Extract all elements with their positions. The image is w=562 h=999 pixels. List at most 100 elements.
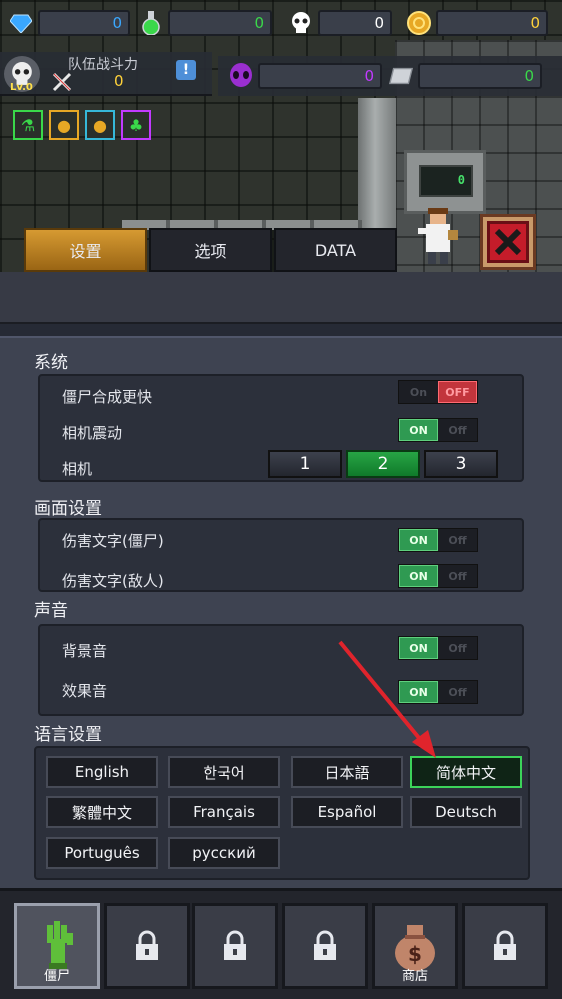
- toggle-on-label: ON: [399, 529, 439, 551]
- toggle-on-label: On: [399, 381, 438, 403]
- header-band: [0, 272, 562, 324]
- faster-merge-toggle[interactable]: On OFF: [398, 380, 478, 404]
- silver-bar-icon: [388, 63, 414, 89]
- skull-value: 0: [318, 10, 392, 36]
- coin-icon: [406, 10, 432, 36]
- silver-bar-value: 0: [418, 63, 542, 89]
- toggle-off-label: OFF: [437, 381, 477, 403]
- toggle-off-label: Off: [438, 529, 477, 551]
- lock-icon: [314, 930, 336, 960]
- team-power-panel: Lv.0 队伍战斗力 0 !: [0, 52, 212, 96]
- level-label: Lv.0: [10, 82, 33, 93]
- language-english[interactable]: English: [46, 756, 158, 788]
- machine-readout: 0: [457, 173, 465, 187]
- nav-shop[interactable]: $ 商店: [372, 903, 458, 989]
- potion-counter: 0: [138, 8, 272, 38]
- section-title-display: 画面设置: [34, 499, 102, 519]
- settings-panel: 系统 僵尸合成更快 On OFF 相机震动 ON Off 相机 1 2 3 画面…: [0, 336, 562, 888]
- team-power-value: 0: [114, 72, 124, 90]
- toggle-on-label: ON: [399, 681, 439, 703]
- language-german[interactable]: Deutsch: [410, 796, 522, 828]
- section-title-system: 系统: [34, 353, 68, 373]
- crossed-swords-icon: [52, 72, 72, 92]
- team-power-title: 队伍战斗力: [68, 57, 138, 73]
- potion-icon: [138, 10, 164, 36]
- setting-label-faster-merge: 僵尸合成更快: [62, 388, 153, 406]
- skull-icon: [288, 10, 314, 36]
- setting-label-damage-text-enemy: 伤害文字(敌人): [62, 572, 164, 590]
- nav-zombie-label: 僵尸: [43, 969, 70, 984]
- tab-options[interactable]: 选项: [149, 228, 272, 272]
- machine-screen: 0: [419, 165, 473, 197]
- buff-icons: ⚗ ● ● ♣: [13, 110, 151, 140]
- close-icon: [494, 228, 522, 256]
- language-spanish[interactable]: Español: [291, 796, 403, 828]
- nav-zombie[interactable]: 僵尸: [14, 903, 100, 989]
- nav-locked-1[interactable]: [104, 903, 190, 989]
- game-scene: 0 0 0 0 0 Lv.0 队伍战斗力 0 ! 0 0 ⚗ ● ● ♣ 设置 …: [0, 0, 562, 272]
- zombie-buff-icon[interactable]: ♣: [121, 110, 151, 140]
- language-simplified-chinese[interactable]: 简体中文: [410, 756, 522, 788]
- lock-icon: [224, 930, 246, 960]
- alien-icon: [228, 63, 254, 89]
- bomb-buff-icon[interactable]: ●: [85, 110, 115, 140]
- setting-label-sfx: 效果音: [62, 682, 108, 700]
- nav-locked-2[interactable]: [192, 903, 278, 989]
- language-russian[interactable]: русский: [168, 837, 280, 869]
- language-korean[interactable]: 한국어: [168, 756, 280, 788]
- setting-label-camera: 相机: [62, 460, 93, 478]
- language-traditional-chinese[interactable]: 繁體中文: [46, 796, 158, 828]
- system-group: 僵尸合成更快 On OFF 相机震动 ON Off 相机 1 2 3: [38, 374, 524, 482]
- language-portuguese[interactable]: Português: [46, 837, 158, 869]
- coin-value: 0: [436, 10, 548, 36]
- bgm-toggle[interactable]: ON Off: [398, 636, 478, 660]
- setting-label-damage-text-zombie: 伤害文字(僵尸): [62, 532, 164, 550]
- toggle-off-label: Off: [438, 681, 477, 703]
- skull-counter: 0: [288, 8, 392, 38]
- tab-settings[interactable]: 设置: [24, 228, 147, 272]
- camera-option-3[interactable]: 3: [424, 450, 498, 478]
- damage-text-enemy-toggle[interactable]: ON Off: [398, 564, 478, 588]
- section-title-sound: 声音: [34, 601, 68, 621]
- svg-text:$: $: [408, 942, 422, 966]
- lab-machine: 0: [404, 150, 486, 214]
- nav-locked-4[interactable]: [462, 903, 548, 989]
- toggle-on-label: ON: [399, 637, 439, 659]
- camera-shake-toggle[interactable]: ON Off: [398, 418, 478, 442]
- section-title-language: 语言设置: [34, 725, 102, 745]
- display-group: 伤害文字(僵尸) ON Off 伤害文字(敌人) ON Off: [38, 518, 524, 592]
- potion-value: 0: [168, 10, 272, 36]
- bottom-nav: 僵尸 $ 商店: [0, 888, 562, 999]
- nav-shop-label: 商店: [401, 969, 428, 984]
- nav-locked-3[interactable]: [282, 903, 368, 989]
- coin-buff-icon[interactable]: ●: [49, 110, 79, 140]
- tab-data[interactable]: DATA: [274, 228, 397, 272]
- toggle-off-label: Off: [438, 565, 477, 587]
- language-japanese[interactable]: 日本語: [291, 756, 403, 788]
- coin-counter: 0: [406, 8, 548, 38]
- sfx-toggle[interactable]: ON Off: [398, 680, 478, 704]
- scientist-icon: [418, 208, 458, 264]
- potion-buff-icon[interactable]: ⚗: [13, 110, 43, 140]
- lock-icon: [494, 930, 516, 960]
- camera-option-2[interactable]: 2: [346, 450, 420, 478]
- language-group: English 한국어 日本語 简体中文 繁體中文 Français Españ…: [34, 746, 530, 880]
- secondary-resources: 0 0: [218, 56, 562, 96]
- damage-text-zombie-toggle[interactable]: ON Off: [398, 528, 478, 552]
- toggle-on-label: ON: [399, 565, 439, 587]
- setting-label-camera-shake: 相机震动: [62, 424, 123, 442]
- gem-icon: [8, 10, 34, 36]
- camera-option-1[interactable]: 1: [268, 450, 342, 478]
- sound-group: 背景音 ON Off 效果音 ON Off: [38, 624, 524, 716]
- toggle-on-label: ON: [399, 419, 439, 441]
- alien-value: 0: [258, 63, 382, 89]
- toggle-off-label: Off: [438, 637, 477, 659]
- toggle-off-label: Off: [438, 419, 477, 441]
- gem-value: 0: [38, 10, 130, 36]
- close-button[interactable]: [480, 214, 536, 270]
- settings-tabs: 设置 选项 DATA: [24, 228, 397, 272]
- info-button[interactable]: !: [176, 60, 196, 80]
- gem-counter: 0: [8, 8, 130, 38]
- setting-label-bgm: 背景音: [62, 642, 108, 660]
- language-french[interactable]: Français: [168, 796, 280, 828]
